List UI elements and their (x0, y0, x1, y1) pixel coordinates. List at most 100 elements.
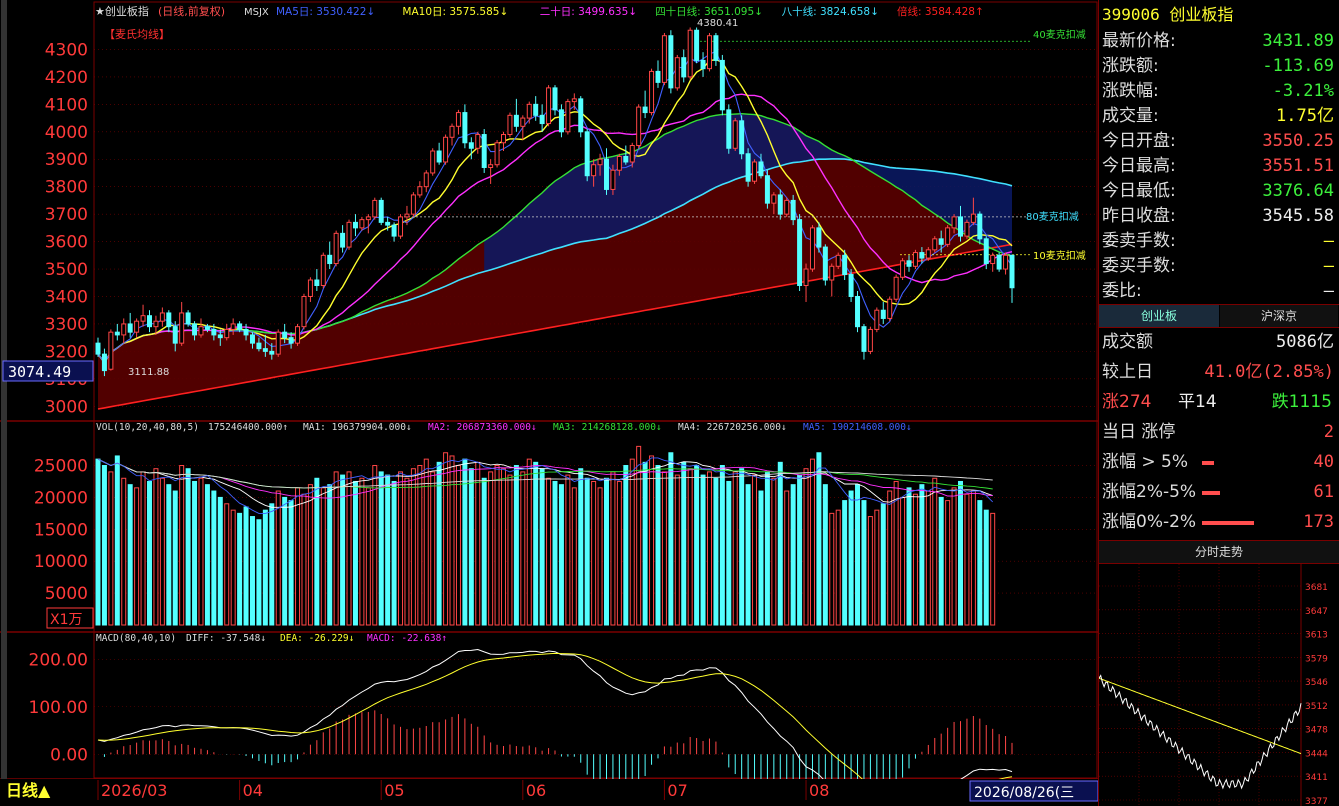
intraday-tick-label: 3377 (1305, 797, 1328, 806)
volume-bar (436, 461, 442, 626)
quote-value: — (1323, 256, 1334, 276)
candle-body (520, 117, 526, 127)
vol-tick-label: 10000 (34, 552, 88, 572)
volume-bar (217, 496, 223, 626)
volume-bar (295, 487, 301, 626)
intraday-chart[interactable]: 3681 3647 3613 3579 3546 3512 3478 3444 3411 3377 (1099, 564, 1339, 806)
volume-bar (333, 471, 339, 626)
volume-bar (127, 484, 133, 626)
volume-panel[interactable]: 5000 10000 15000 20000 25000 (34, 445, 1098, 626)
volume-bar (410, 468, 416, 626)
candle-body (623, 155, 629, 163)
tab-chinext[interactable]: 创业板 (1099, 305, 1219, 327)
quote-row: 今日开盘: 3550.25 (1102, 129, 1336, 154)
candle-body (745, 153, 751, 182)
macd-tick-label: 200.00 (29, 650, 88, 670)
volume-bar (494, 465, 500, 626)
quote-label: 成交量: (1102, 106, 1159, 126)
volume-bar (114, 455, 120, 626)
intraday-title[interactable]: 分时走势 (1099, 541, 1339, 563)
candle-body (784, 199, 790, 215)
candle-body (771, 194, 777, 204)
volume-bar (745, 484, 751, 626)
volume-bar (816, 452, 822, 626)
header-ma-item-0: MA5日: 3530.422↓ (276, 6, 375, 18)
price-tick-label: 4100 (45, 95, 88, 115)
intraday-tick-label: 3411 (1305, 773, 1328, 783)
volume-bar (803, 468, 809, 626)
quote-value: 3550.25 (1262, 131, 1334, 151)
volume-bar (95, 458, 101, 626)
main-chart[interactable]: 3000310032003300340035003600370038003900… (0, 0, 1098, 806)
intraday-avg-line (1099, 677, 1302, 755)
month-label: 06 (526, 781, 546, 800)
candle-body (153, 320, 159, 328)
candle-body (468, 142, 474, 149)
candle-body (758, 161, 764, 177)
volume-bar (578, 468, 584, 626)
volume-bar (938, 496, 944, 626)
price-panel[interactable]: 3000310032003300340035003600370038003900… (45, 27, 1098, 417)
quote-value: 1.75亿 (1276, 106, 1334, 126)
volume-bar (192, 480, 198, 626)
quote-row: 昨日收盘: 3545.58 (1102, 204, 1336, 229)
volume-bar (359, 477, 365, 626)
quote-value: — (1323, 231, 1334, 251)
candle-body (887, 298, 893, 319)
range2-label: 涨幅2%-5% (1102, 482, 1197, 502)
candle-body (900, 260, 906, 278)
candle-body (346, 221, 352, 248)
volume-bar (674, 474, 680, 626)
candle-body (977, 213, 983, 240)
candle-body (610, 169, 616, 190)
candle-body (494, 142, 500, 166)
volume-bar (378, 471, 384, 626)
volume-bar (990, 512, 996, 626)
candle-body (166, 312, 172, 328)
volume-bar (629, 458, 635, 626)
tab-shsz[interactable]: 沪深京 (1220, 305, 1338, 327)
candle-body (101, 353, 107, 372)
quote-label: 涨跌幅: (1102, 81, 1159, 101)
candle-body (661, 35, 667, 83)
candle-body (713, 35, 719, 61)
volume-bar (951, 487, 957, 626)
candle-body (687, 29, 693, 78)
volume-bar (430, 471, 436, 626)
volume-bar (565, 474, 571, 626)
chart-title-mode: (日线,前复权) (158, 4, 225, 18)
volume-bar (539, 468, 545, 626)
bottom-bar[interactable]: 日线▲ 2026/03 04 05 06 07 08 2026/08/26(三 (0, 779, 1098, 806)
quote-label: 委比: (1102, 281, 1142, 301)
candle-body (501, 134, 507, 144)
volume-bar (230, 509, 236, 626)
range1-bar (1202, 461, 1214, 465)
macd-header-dea: DEA: -26.229↓ (280, 633, 354, 644)
volume-bar (314, 477, 320, 626)
month-label: 04 (243, 781, 263, 800)
candle-body (874, 309, 880, 330)
candle-body (835, 254, 841, 267)
header-ma-item-2: 二十日: 3499.635↓ (540, 5, 637, 18)
quote-value: 3376.64 (1262, 181, 1334, 201)
volume-bar (822, 484, 828, 626)
volume-bar (204, 484, 210, 626)
macd-tick-label: 0.00 (50, 745, 88, 765)
ma-band-fill (98, 113, 1012, 409)
turnover-row: 成交额 5086亿 (1102, 330, 1336, 355)
candle-body (372, 199, 378, 218)
candle-body (249, 334, 255, 344)
candle-body (932, 238, 938, 251)
volume-bar (649, 455, 655, 626)
low-price-label: 3111.88 (128, 367, 169, 378)
volume-bar (307, 484, 313, 626)
intraday-tick-label: 3681 (1305, 583, 1328, 593)
volume-bar (661, 471, 667, 626)
range2-value: 61 (1313, 482, 1334, 502)
period-selector[interactable]: 日线▲ (6, 781, 51, 800)
price-tick-label: 3500 (45, 260, 88, 280)
quote-value: 3431.89 (1262, 31, 1334, 51)
candle-body (591, 164, 597, 177)
volume-bar (719, 465, 725, 626)
candle-body (726, 109, 732, 149)
